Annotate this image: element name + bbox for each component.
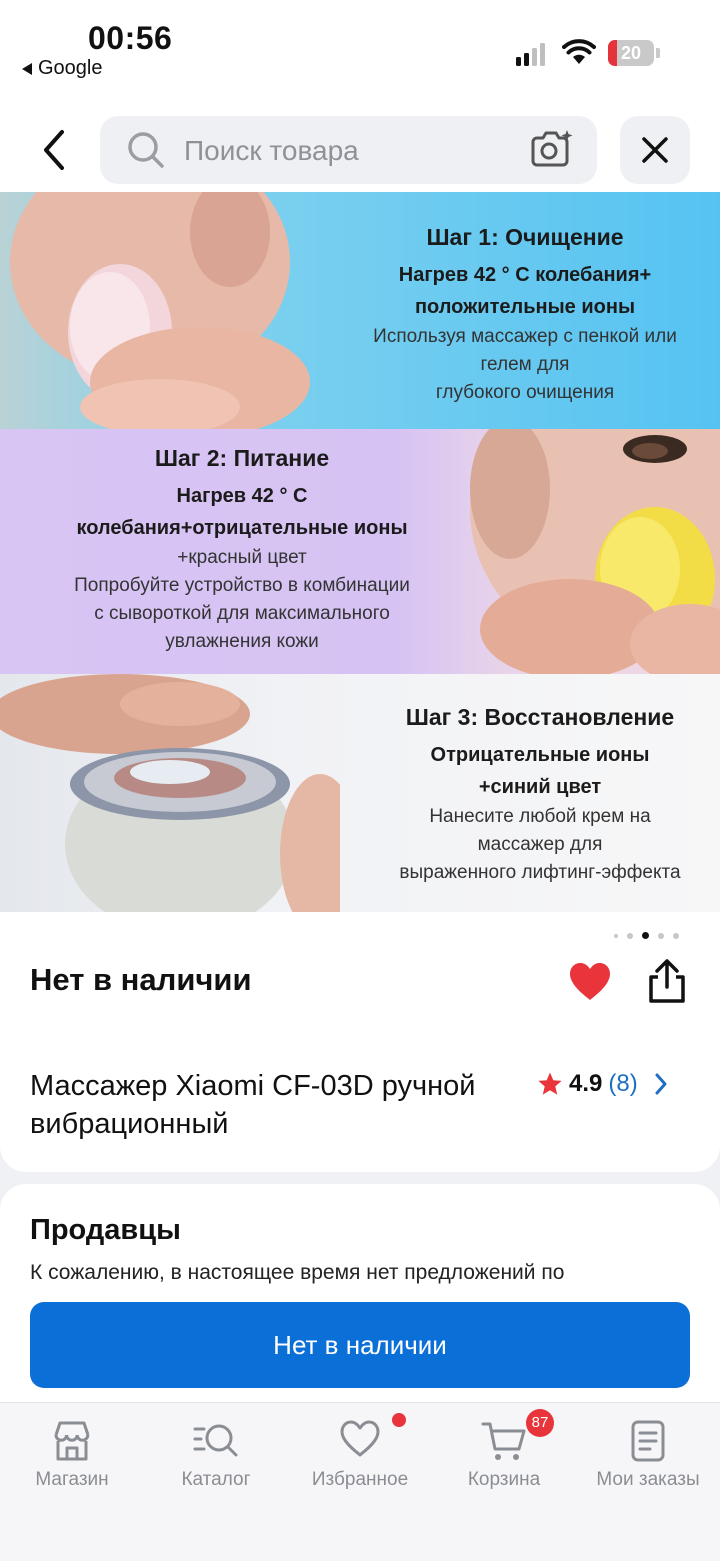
nav-cart-label: Корзина xyxy=(467,1469,541,1490)
out-of-stock-button[interactable]: Нет в наличии xyxy=(30,1302,690,1388)
step1-title: Шаг 1: Очищение xyxy=(426,224,624,250)
nav-orders[interactable]: Мои заказы xyxy=(576,1403,720,1513)
status-bar: 00:56 Google 20 xyxy=(0,0,720,100)
back-app-label: Google xyxy=(38,57,103,79)
step3-desc1: Нанесите любой крем на xyxy=(429,806,651,827)
close-icon xyxy=(642,137,668,163)
nav-shop-label: Магазин xyxy=(35,1469,109,1490)
heart-filled-icon xyxy=(570,963,610,1000)
nav-cart[interactable]: 87 Корзина xyxy=(432,1403,576,1513)
reviews-count: (8) xyxy=(608,1070,638,1097)
nav-orders-label: Мои заказы xyxy=(596,1469,700,1490)
sellers-message: К сожалению, в настоящее время нет предл… xyxy=(30,1261,565,1284)
back-button[interactable] xyxy=(30,122,80,178)
gallery-pagination xyxy=(614,932,679,939)
search-header: Поиск товара xyxy=(0,100,720,192)
banner-step-1: Шаг 1: Очищение Нагрев 42 ° С колебания+… xyxy=(0,192,720,429)
step2-desc3: с сывороткой для максимального xyxy=(94,603,390,624)
wifi-icon xyxy=(562,39,596,64)
back-triangle-icon xyxy=(22,62,32,75)
camera-search-icon[interactable] xyxy=(528,128,574,170)
orders-icon xyxy=(631,1420,665,1462)
heart-icon xyxy=(340,1420,380,1457)
back-to-app-link[interactable]: Google xyxy=(22,57,103,80)
product-title: Массажер Xiaomi CF-03D ручной вибрационн… xyxy=(30,1070,476,1140)
step3-title: Шаг 3: Восстановление xyxy=(405,704,675,730)
step1-desc2: гелем для xyxy=(480,354,570,375)
step1-sub2: положительные ионы xyxy=(414,296,636,318)
step3-sub2: +синий цвет xyxy=(478,776,602,798)
status-time: 00:56 xyxy=(88,20,173,56)
step2-desc2: Попробуйте устройство в комбинации xyxy=(74,575,410,596)
device-cream-photo xyxy=(0,674,340,912)
chevron-left-icon xyxy=(44,130,64,170)
step3-desc3: выраженного лифтинг-эффекта xyxy=(399,862,681,883)
sellers-section: Продавцы К сожалению, в настоящее время … xyxy=(0,1184,720,1404)
nav-shop[interactable]: Магазин xyxy=(0,1403,144,1513)
shop-icon xyxy=(54,1421,90,1461)
step2-title: Шаг 2: Питание xyxy=(154,445,330,471)
nav-catalog[interactable]: Каталог xyxy=(144,1403,288,1513)
nav-catalog-label: Каталог xyxy=(181,1469,251,1490)
face-cleansing-photo xyxy=(10,192,310,429)
share-button[interactable] xyxy=(645,958,689,1009)
banner-step-3: Шаг 3: Восстановление Отрицательные ионы… xyxy=(0,674,720,912)
star-icon xyxy=(538,1072,562,1095)
search-input[interactable]: Поиск товара xyxy=(100,116,597,184)
step2-desc1: +красный цвет xyxy=(177,547,307,568)
step2-sub2: колебания+отрицательные ионы xyxy=(76,517,408,539)
close-button[interactable] xyxy=(620,116,690,184)
cellular-signal-icon xyxy=(516,42,545,66)
favorite-button[interactable] xyxy=(568,962,612,1007)
step1-sub1: Нагрев 42 ° С колебания+ xyxy=(398,264,652,286)
step3-desc2: массажер для xyxy=(477,834,603,855)
step1-desc1: Используя массажер с пенкой или xyxy=(373,326,677,347)
search-icon xyxy=(128,132,164,168)
step2-sub1: Нагрев 42 ° С xyxy=(176,485,308,507)
banner-step-2: Шаг 2: Питание Нагрев 42 ° С колебания+о… xyxy=(0,429,720,674)
step2-desc4: увлажнения кожи xyxy=(165,631,319,652)
chevron-right-icon xyxy=(655,1073,667,1095)
product-info-card: Нет в наличии Массажер Xiaomi CF-03D руч… xyxy=(0,912,720,1172)
product-image-gallery[interactable]: Шаг 1: Очищение Нагрев 42 ° С колебания+… xyxy=(0,192,720,912)
share-icon xyxy=(649,959,685,1003)
bottom-navigation: Магазин Каталог Избранное 87 Корзина Мои… xyxy=(0,1402,720,1561)
cart-icon xyxy=(481,1422,526,1460)
availability-status: Нет в наличии xyxy=(30,962,252,997)
step3-sub1: Отрицательные ионы xyxy=(430,744,650,766)
nav-favorites-label: Избранное xyxy=(311,1469,409,1490)
step1-desc3: глубокого очищения xyxy=(435,382,615,403)
nav-favorites[interactable]: Избранное xyxy=(288,1403,432,1513)
catalog-icon xyxy=(193,1424,238,1457)
search-placeholder: Поиск товара xyxy=(184,135,359,166)
battery-level: 20 xyxy=(620,43,642,63)
rating-link[interactable]: 4.9 (8) xyxy=(537,1070,672,1098)
cart-count-badge: 87 xyxy=(526,1409,554,1437)
battery-icon: 20 xyxy=(608,40,660,66)
sellers-heading: Продавцы xyxy=(30,1214,181,1246)
rating-value: 4.9 xyxy=(569,1070,603,1097)
favorites-notification-dot xyxy=(392,1413,406,1427)
